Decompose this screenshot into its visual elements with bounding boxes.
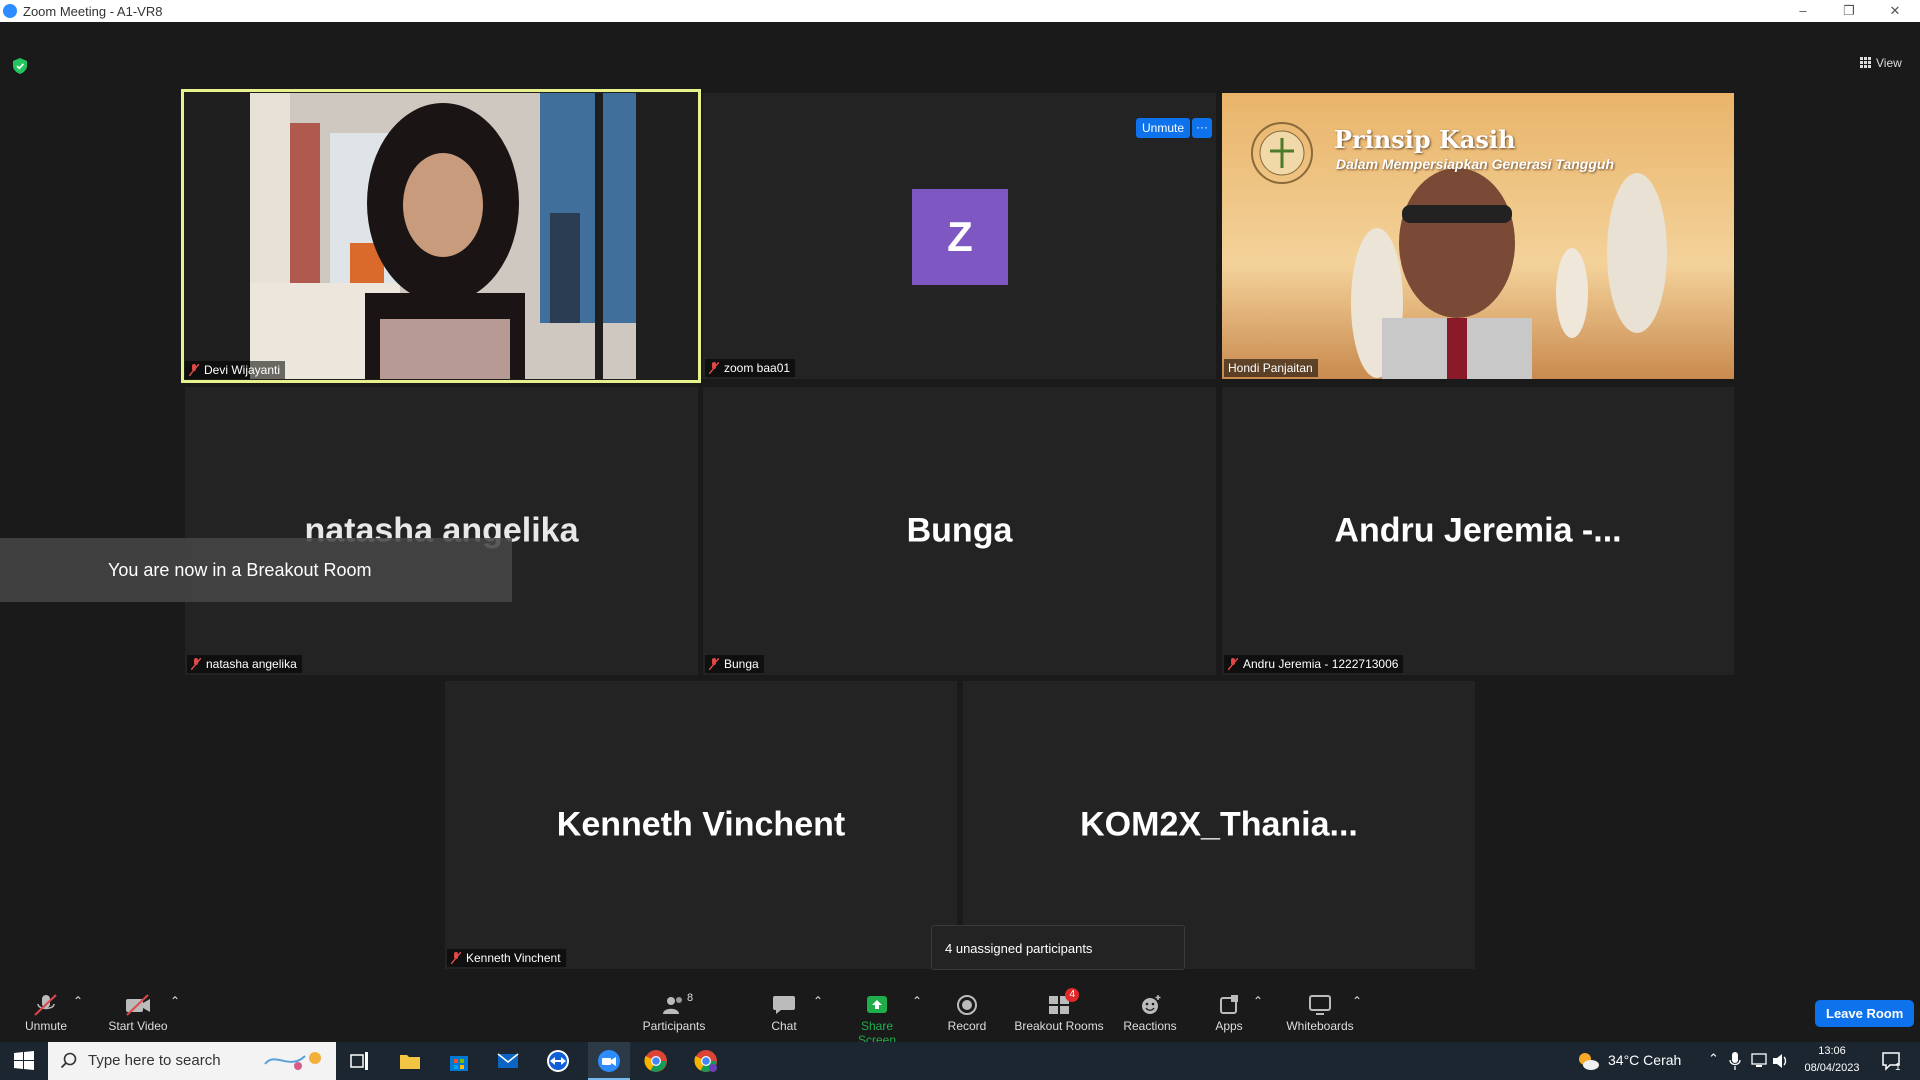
avatar: Z xyxy=(912,189,1008,285)
close-button[interactable]: ✕ xyxy=(1872,0,1918,22)
minimize-button[interactable]: – xyxy=(1780,0,1826,22)
meeting-area: View Devi Wijayanti Z zoom baa01 Unmute … xyxy=(0,22,1920,984)
participant-name-label: Kenneth Vinchent xyxy=(447,949,566,967)
share-options-caret[interactable]: ⌃ xyxy=(912,994,922,1008)
reactions-button[interactable]: Reactions xyxy=(1122,994,1178,1033)
muted-mic-icon xyxy=(1228,658,1238,670)
muted-mic-icon xyxy=(191,658,201,670)
weather-text[interactable]: 34°C Cerah xyxy=(1608,1052,1681,1068)
microphone-icon[interactable] xyxy=(1729,1052,1741,1070)
breakout-rooms-button[interactable]: 4 Breakout Rooms xyxy=(1014,988,1104,1033)
muted-mic-icon xyxy=(709,658,719,670)
whiteboard-options-caret[interactable]: ⌃ xyxy=(1352,994,1362,1008)
participants-count: 8 xyxy=(687,992,694,1004)
chrome-profile-icon[interactable] xyxy=(694,1049,718,1073)
participant-video xyxy=(250,93,636,379)
video-options-caret[interactable]: ⌃ xyxy=(170,994,180,1008)
muted-mic-icon xyxy=(451,952,461,964)
participant-name-label: natasha angelika xyxy=(187,655,302,673)
search-highlight-icon xyxy=(264,1052,321,1070)
unmute-button[interactable]: Unmute xyxy=(20,994,72,1033)
participant-name-label: Andru Jeremia - 1222713006 xyxy=(1224,655,1404,673)
video-tile-bunga[interactable]: Bunga Bunga xyxy=(703,387,1216,675)
banner-title: Prinsip Kasih xyxy=(1334,125,1516,154)
zoom-logo-icon xyxy=(3,4,17,18)
muted-mic-icon xyxy=(709,362,719,374)
video-tile-natasha[interactable]: natasha angelika natasha angelika xyxy=(185,387,698,675)
participant-name-label: Devi Wijayanti xyxy=(185,361,286,379)
chat-options-caret[interactable]: ⌃ xyxy=(813,994,823,1008)
chat-icon xyxy=(773,996,795,1014)
start-video-button[interactable]: Start Video xyxy=(102,994,174,1033)
banner-subtitle: Dalam Mempersiapkan Generasi Tangguh xyxy=(1336,156,1615,172)
show-hidden-icons-button[interactable]: ⌃ xyxy=(1708,1051,1719,1067)
security-shield-icon[interactable] xyxy=(13,58,27,74)
more-options-button[interactable]: ··· xyxy=(1192,118,1212,138)
leave-room-button[interactable]: Leave Room xyxy=(1815,1000,1915,1027)
restore-button[interactable]: ❐ xyxy=(1826,0,1872,22)
notification-count: 1 xyxy=(1895,1062,1901,1073)
file-explorer-icon[interactable] xyxy=(398,1049,422,1073)
video-tile-kenneth[interactable]: Kenneth Vinchent Kenneth Vinchent xyxy=(445,681,957,969)
muted-mic-icon xyxy=(189,364,199,376)
video-off-icon xyxy=(126,994,150,1016)
participant-name-label: zoom baa01 xyxy=(705,359,796,377)
share-screen-button[interactable]: Share Screen xyxy=(842,994,912,1047)
chrome-icon[interactable] xyxy=(644,1049,668,1073)
title-bar: Zoom Meeting - A1-VR8 – ❐ ✕ xyxy=(0,0,1920,22)
search-icon xyxy=(60,1052,77,1069)
participant-big-name: KOM2X_Thania... xyxy=(1080,805,1358,844)
audio-options-caret[interactable]: ⌃ xyxy=(73,994,83,1008)
window-title: Zoom Meeting - A1-VR8 xyxy=(23,4,163,19)
reactions-icon xyxy=(1142,995,1161,1014)
zoom-app-icon xyxy=(598,1050,620,1072)
clock-date[interactable]: 08/04/2023 xyxy=(1786,1062,1878,1074)
microsoft-store-icon[interactable] xyxy=(447,1049,471,1073)
participant-name-label: Hondi Panjaitan xyxy=(1224,359,1318,377)
grid-view-icon xyxy=(1860,57,1871,68)
participants-button[interactable]: 8 Participants xyxy=(636,992,712,1033)
network-icon[interactable] xyxy=(1750,1053,1768,1069)
participant-name-label: Bunga xyxy=(705,655,764,673)
unmute-participant-button[interactable]: Unmute xyxy=(1136,118,1191,138)
participants-icon xyxy=(663,997,682,1014)
mail-icon[interactable] xyxy=(496,1049,520,1073)
record-icon xyxy=(957,995,977,1015)
share-screen-icon xyxy=(867,996,887,1013)
windows-taskbar: Type here to search 34°C Cerah ⌃ 13:06 0… xyxy=(0,1042,1920,1080)
windows-start-icon[interactable] xyxy=(12,1049,36,1073)
chat-button[interactable]: Chat xyxy=(762,994,806,1033)
breakout-room-notice: You are now in a Breakout Room xyxy=(0,538,512,602)
record-button[interactable]: Record xyxy=(946,994,988,1033)
unassigned-participants-tooltip: 4 unassigned participants xyxy=(931,925,1185,970)
taskbar-search[interactable]: Type here to search xyxy=(48,1042,336,1080)
clock-time[interactable]: 13:06 xyxy=(1786,1045,1878,1057)
participant-big-name: Bunga xyxy=(906,511,1013,550)
teamviewer-icon[interactable] xyxy=(546,1049,570,1073)
participant-big-name: Andru Jeremia -... xyxy=(1334,511,1622,550)
view-button[interactable]: View xyxy=(1860,56,1902,70)
whiteboard-icon xyxy=(1309,995,1331,1015)
apps-options-caret[interactable]: ⌃ xyxy=(1253,994,1263,1008)
task-view-icon[interactable] xyxy=(348,1049,372,1073)
muted-mic-icon xyxy=(34,994,57,1016)
whiteboards-button[interactable]: Whiteboards xyxy=(1282,994,1358,1033)
weather-icon[interactable] xyxy=(1576,1050,1600,1072)
meeting-toolbar: Unmute ⌃ Start Video ⌃ 8 Participants Ch… xyxy=(0,984,1920,1047)
video-tile-hondi[interactable]: Prinsip Kasih Dalam Mempersiapkan Genera… xyxy=(1222,93,1734,379)
breakout-rooms-badge: 4 xyxy=(1065,988,1079,1002)
apps-icon xyxy=(1220,995,1238,1014)
apps-button[interactable]: Apps xyxy=(1213,994,1245,1033)
video-tile-andru[interactable]: Andru Jeremia -... Andru Jeremia - 12227… xyxy=(1222,387,1734,675)
video-tile-devi[interactable]: Devi Wijayanti xyxy=(181,89,701,383)
search-input[interactable]: Type here to search xyxy=(88,1052,221,1069)
participant-big-name: Kenneth Vinchent xyxy=(556,805,846,844)
zoom-taskbar-item[interactable] xyxy=(588,1042,630,1080)
